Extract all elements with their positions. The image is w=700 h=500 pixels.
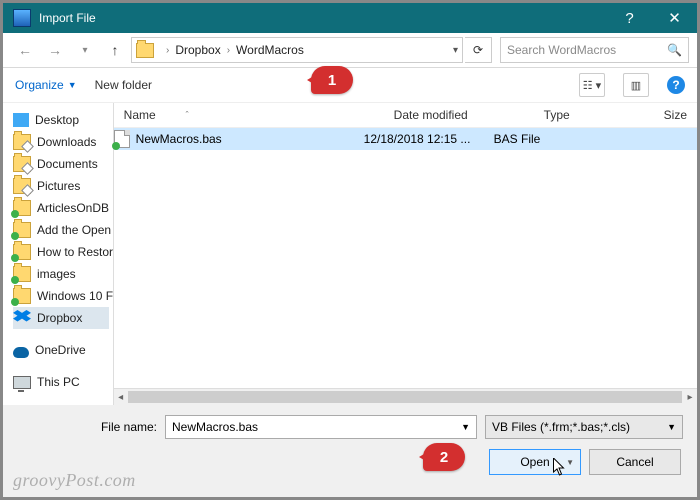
forward-button: →	[41, 37, 69, 63]
back-button[interactable]: ←	[11, 37, 39, 63]
onedrive-icon	[13, 347, 29, 358]
folder-icon	[13, 134, 31, 150]
column-headers[interactable]: Name ˆ Date modified Type Size	[114, 103, 697, 128]
sort-asc-icon: ˆ	[186, 110, 189, 120]
view-options-button[interactable]: ☷ ▾	[579, 73, 605, 97]
filetype-select[interactable]: VB Files (*.frm;*.bas;*.cls) ▼	[485, 415, 683, 439]
folder-icon	[13, 200, 31, 216]
up-button[interactable]: ↑	[101, 37, 129, 63]
file-date: 12/18/2018 12:15 ...	[364, 132, 494, 146]
organize-menu[interactable]: Organize▼	[15, 78, 77, 92]
col-type[interactable]: Type	[534, 108, 654, 122]
dialog-body: Desktop Downloads Documents Pictures Art…	[3, 103, 697, 405]
tree-onedrive[interactable]: OneDrive	[13, 339, 113, 361]
col-date[interactable]: Date modified	[384, 108, 534, 122]
window-title: Import File	[39, 11, 607, 25]
tree-thispc[interactable]: This PC	[13, 371, 113, 393]
cancel-button[interactable]: Cancel	[589, 449, 681, 475]
nav-bar: ← → ▾ ↑ › Dropbox › WordMacros ▾ ⟳ Searc…	[3, 33, 697, 68]
tree-documents[interactable]: Documents	[13, 153, 113, 175]
tree-win10[interactable]: Windows 10 File	[13, 285, 113, 307]
folder-icon	[13, 222, 31, 238]
file-type: BAS File	[494, 132, 594, 146]
tree-downloads[interactable]: Downloads	[13, 131, 113, 153]
breadcrumb-seg[interactable]: Dropbox	[175, 43, 220, 57]
tree-dropbox[interactable]: Dropbox	[13, 307, 109, 329]
filename-input[interactable]: NewMacros.bas ▼	[165, 415, 477, 439]
chevron-right-icon: ›	[227, 45, 230, 56]
tree-pictures[interactable]: Pictures	[13, 175, 113, 197]
search-placeholder: Search WordMacros	[507, 43, 616, 57]
file-name: NewMacros.bas	[136, 132, 222, 146]
new-folder-button[interactable]: New folder	[95, 78, 152, 92]
folder-icon	[13, 288, 31, 304]
cursor-icon	[553, 458, 566, 476]
annotation-badge-2: 2	[423, 443, 465, 471]
search-input[interactable]: Search WordMacros 🔍	[500, 37, 689, 63]
tree-articles[interactable]: ArticlesOnDB	[13, 197, 113, 219]
desktop-icon	[13, 113, 29, 127]
filename-label: File name:	[17, 420, 157, 434]
col-size[interactable]: Size	[654, 108, 697, 122]
close-button[interactable]: ✕	[652, 3, 697, 33]
help-button[interactable]: ?	[607, 3, 652, 33]
tree-restore[interactable]: How to Restore t	[13, 241, 113, 263]
watermark: groovyPost.com	[13, 470, 136, 491]
tree-addopen[interactable]: Add the Open C	[13, 219, 113, 241]
scroll-thumb[interactable]	[128, 391, 682, 403]
chevron-down-icon: ▼	[68, 80, 77, 90]
file-icon	[114, 130, 130, 148]
pc-icon	[13, 376, 31, 389]
dropbox-icon	[13, 310, 31, 326]
file-list: Name ˆ Date modified Type Size NewMacros.…	[114, 103, 697, 405]
recent-dropdown[interactable]: ▾	[71, 37, 99, 63]
app-icon	[13, 9, 31, 27]
nav-tree[interactable]: Desktop Downloads Documents Pictures Art…	[3, 103, 114, 405]
annotation-badge-1: 1	[311, 66, 353, 94]
folder-icon	[13, 178, 31, 194]
folder-icon	[13, 156, 31, 172]
breadcrumb-seg[interactable]: WordMacros	[236, 43, 304, 57]
bottom-panel: File name: NewMacros.bas ▼ VB Files (*.f…	[3, 405, 697, 497]
chevron-down-icon[interactable]: ▾	[453, 45, 458, 56]
chevron-right-icon: ›	[166, 45, 169, 56]
scroll-right-icon[interactable]: ▸	[683, 389, 697, 405]
file-row[interactable]: NewMacros.bas 12/18/2018 12:15 ... BAS F…	[114, 128, 697, 150]
help-icon[interactable]: ?	[667, 76, 685, 94]
titlebar: Import File ? ✕	[3, 3, 697, 33]
refresh-button[interactable]: ⟳	[465, 37, 492, 63]
search-icon: 🔍	[667, 43, 682, 57]
folder-icon	[13, 244, 31, 260]
tree-desktop[interactable]: Desktop	[13, 109, 113, 131]
horizontal-scrollbar[interactable]: ◂ ▸	[114, 388, 697, 405]
col-name[interactable]: Name	[124, 108, 156, 122]
chevron-down-icon[interactable]: ▼	[461, 422, 470, 432]
chevron-down-icon: ▼	[667, 422, 676, 432]
tree-images[interactable]: images	[13, 263, 113, 285]
scroll-left-icon[interactable]: ◂	[114, 389, 128, 405]
open-button[interactable]: Open▼	[489, 449, 581, 475]
folder-icon	[136, 43, 154, 58]
split-dropdown-icon[interactable]: ▼	[566, 458, 574, 467]
folder-icon	[13, 266, 31, 282]
preview-pane-button[interactable]: ▥	[623, 73, 649, 97]
breadcrumb[interactable]: › Dropbox › WordMacros ▾	[131, 37, 463, 63]
